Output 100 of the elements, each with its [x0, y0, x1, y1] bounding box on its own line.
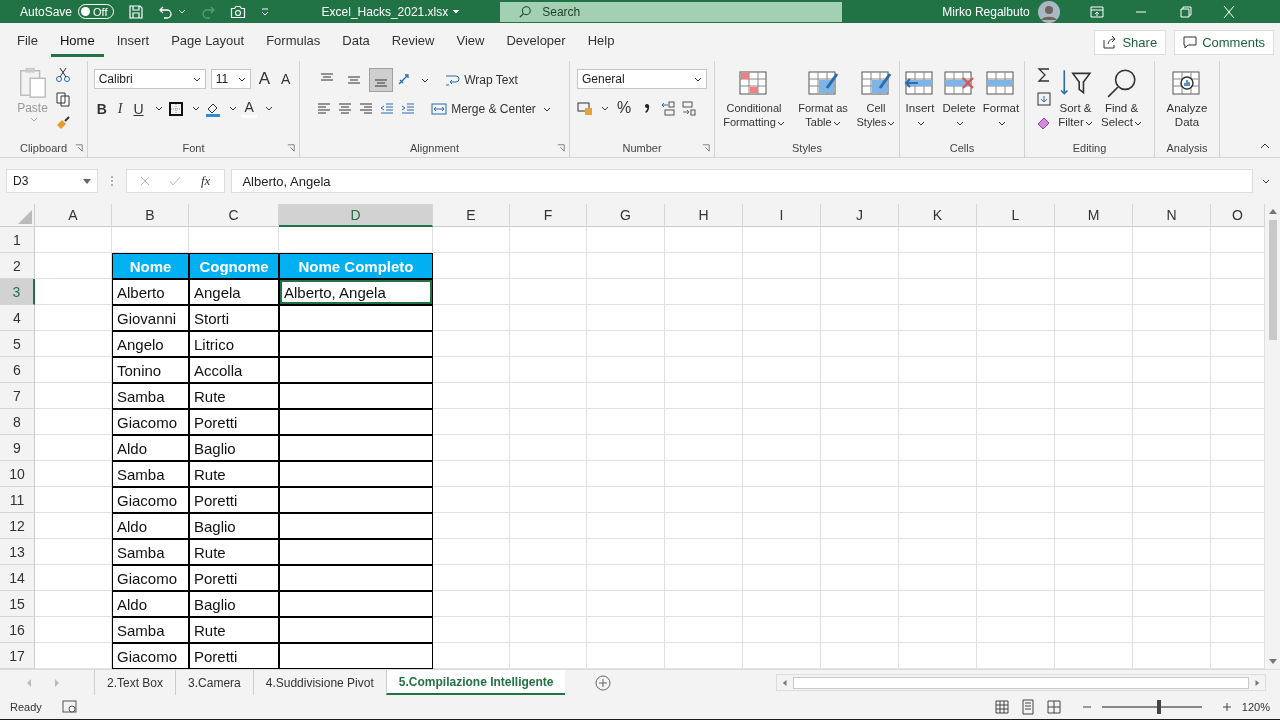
row-header[interactable]: 6 [0, 357, 35, 383]
column-header[interactable]: O [1211, 204, 1265, 227]
row-header[interactable]: 14 [0, 565, 35, 591]
increase-font-button[interactable]: A [255, 69, 273, 89]
font-size-dropdown[interactable]: 11 [210, 69, 251, 89]
table-cell[interactable]: Baglio [189, 591, 279, 617]
table-cell[interactable]: Rute [189, 383, 279, 409]
column-header[interactable]: A [35, 204, 112, 227]
number-format-dropdown[interactable]: General [577, 69, 707, 89]
column-header[interactable]: F [510, 204, 587, 227]
column-header[interactable]: H [665, 204, 743, 227]
row-header[interactable]: 12 [0, 513, 35, 539]
font-name-dropdown[interactable]: Calibri [93, 69, 206, 89]
wrap-text-button[interactable]: Wrap Text [442, 72, 520, 88]
table-cell[interactable]: Giacomo [112, 565, 189, 591]
column-header[interactable]: E [433, 204, 510, 227]
column-header[interactable]: J [821, 204, 899, 227]
font-color-button[interactable]: A [241, 99, 257, 118]
column-header[interactable]: K [899, 204, 977, 227]
table-cell[interactable]: Aldo [112, 591, 189, 617]
percent-button[interactable]: % [614, 99, 635, 117]
table-cell[interactable]: Tonino [112, 357, 189, 383]
italic-button[interactable]: I [114, 100, 126, 117]
table-cell[interactable]: Giacomo [112, 643, 189, 669]
menu-tab[interactable]: Data [333, 27, 379, 57]
menu-tab[interactable]: Page Layout [162, 27, 254, 57]
menu-tab[interactable]: Developer [497, 27, 575, 57]
row-header[interactable]: 11 [0, 487, 35, 513]
table-cell[interactable]: Samba [112, 617, 189, 643]
column-header[interactable]: G [587, 204, 665, 227]
decrease-font-button[interactable]: A [278, 71, 294, 87]
table-cell[interactable]: Rute [189, 617, 279, 643]
table-cell[interactable]: Samba [112, 539, 189, 565]
table-cell[interactable]: Accolla [189, 357, 279, 383]
menu-tab[interactable]: View [447, 27, 494, 57]
table-cell[interactable]: Giacomo [112, 409, 189, 435]
row-header[interactable]: 9 [0, 435, 35, 461]
row-header[interactable]: 5 [0, 331, 35, 357]
search-field[interactable]: Search [500, 1, 843, 22]
comments-button[interactable]: Comments [1174, 29, 1274, 55]
underline-button[interactable]: U [130, 100, 147, 117]
table-cell[interactable]: Poretti [189, 409, 279, 435]
ribbon-button[interactable]: Delete [940, 65, 978, 131]
row-header[interactable]: 3 [0, 279, 35, 305]
table-cell[interactable]: Baglio [189, 513, 279, 539]
ribbon-button[interactable]: Format as Table [793, 65, 853, 131]
menu-tab[interactable]: Insert [107, 27, 159, 57]
table-cell[interactable]: Giacomo [112, 487, 189, 513]
row-header[interactable]: 15 [0, 591, 35, 617]
ribbon-button[interactable]: Analyze Data [1164, 65, 1210, 131]
table-cell[interactable]: Alberto [112, 279, 189, 305]
sheet-tab[interactable]: 5.Compilazione Intelligente [385, 670, 566, 695]
column-header[interactable]: N [1133, 204, 1211, 227]
user-name[interactable]: Mirko Regalbuto [942, 4, 1030, 19]
share-button[interactable]: Share [1094, 29, 1167, 55]
ribbon-button[interactable]: Cell Styles [855, 65, 897, 131]
table-cell[interactable]: Litrico [189, 331, 279, 357]
row-header[interactable]: 2 [0, 253, 35, 279]
table-cell[interactable]: Samba [112, 461, 189, 487]
column-header[interactable]: D [279, 204, 433, 227]
row-header[interactable]: 7 [0, 383, 35, 409]
merge-center-button[interactable]: Merge & Center [429, 101, 553, 117]
ribbon-button[interactable]: Find & Select [1099, 65, 1144, 131]
menu-tab[interactable]: Formulas [257, 27, 330, 57]
table-cell[interactable]: Poretti [189, 565, 279, 591]
table-cell[interactable]: Aldo [112, 435, 189, 461]
table-cell[interactable]: Poretti [189, 487, 279, 513]
column-header[interactable]: M [1055, 204, 1133, 227]
table-cell[interactable]: Angela [189, 279, 279, 305]
name-box[interactable]: D3 [6, 169, 98, 193]
menu-tab[interactable]: Review [382, 27, 444, 57]
row-header[interactable]: 1 [0, 227, 35, 253]
ribbon-button[interactable]: Format [980, 65, 1022, 131]
column-header[interactable]: C [189, 204, 279, 227]
table-cell[interactable]: Angelo [112, 331, 189, 357]
table-cell[interactable]: Rute [189, 461, 279, 487]
menu-tab[interactable]: Home [50, 27, 104, 57]
menu-tab[interactable]: Help [578, 27, 624, 57]
ribbon-button[interactable]: Conditional Formatting [717, 65, 791, 131]
row-header[interactable]: 16 [0, 617, 35, 643]
row-header[interactable]: 4 [0, 305, 35, 331]
row-header[interactable]: 8 [0, 409, 35, 435]
row-header[interactable]: 13 [0, 539, 35, 565]
table-cell[interactable]: Giovanni [112, 305, 189, 331]
menu-tab[interactable]: File [8, 27, 47, 57]
table-cell[interactable]: Storti [189, 305, 279, 331]
table-cell[interactable]: Aldo [112, 513, 189, 539]
table-cell[interactable]: Poretti [189, 643, 279, 669]
column-header[interactable]: B [112, 204, 189, 227]
ribbon-button[interactable]: Sort & Filter [1053, 65, 1098, 131]
column-header[interactable]: L [977, 204, 1055, 227]
file-name[interactable]: Excel_Hacks_2021.xlsx [321, 4, 449, 19]
bold-button[interactable]: B [93, 100, 110, 117]
table-cell[interactable]: Rute [189, 539, 279, 565]
insert-function-button[interactable]: fx [197, 173, 215, 189]
table-cell[interactable]: Samba [112, 383, 189, 409]
zoom-level[interactable]: 120% [1241, 701, 1270, 713]
table-cell[interactable]: Baglio [189, 435, 279, 461]
row-header[interactable]: 10 [0, 461, 35, 487]
column-header[interactable]: I [743, 204, 821, 227]
